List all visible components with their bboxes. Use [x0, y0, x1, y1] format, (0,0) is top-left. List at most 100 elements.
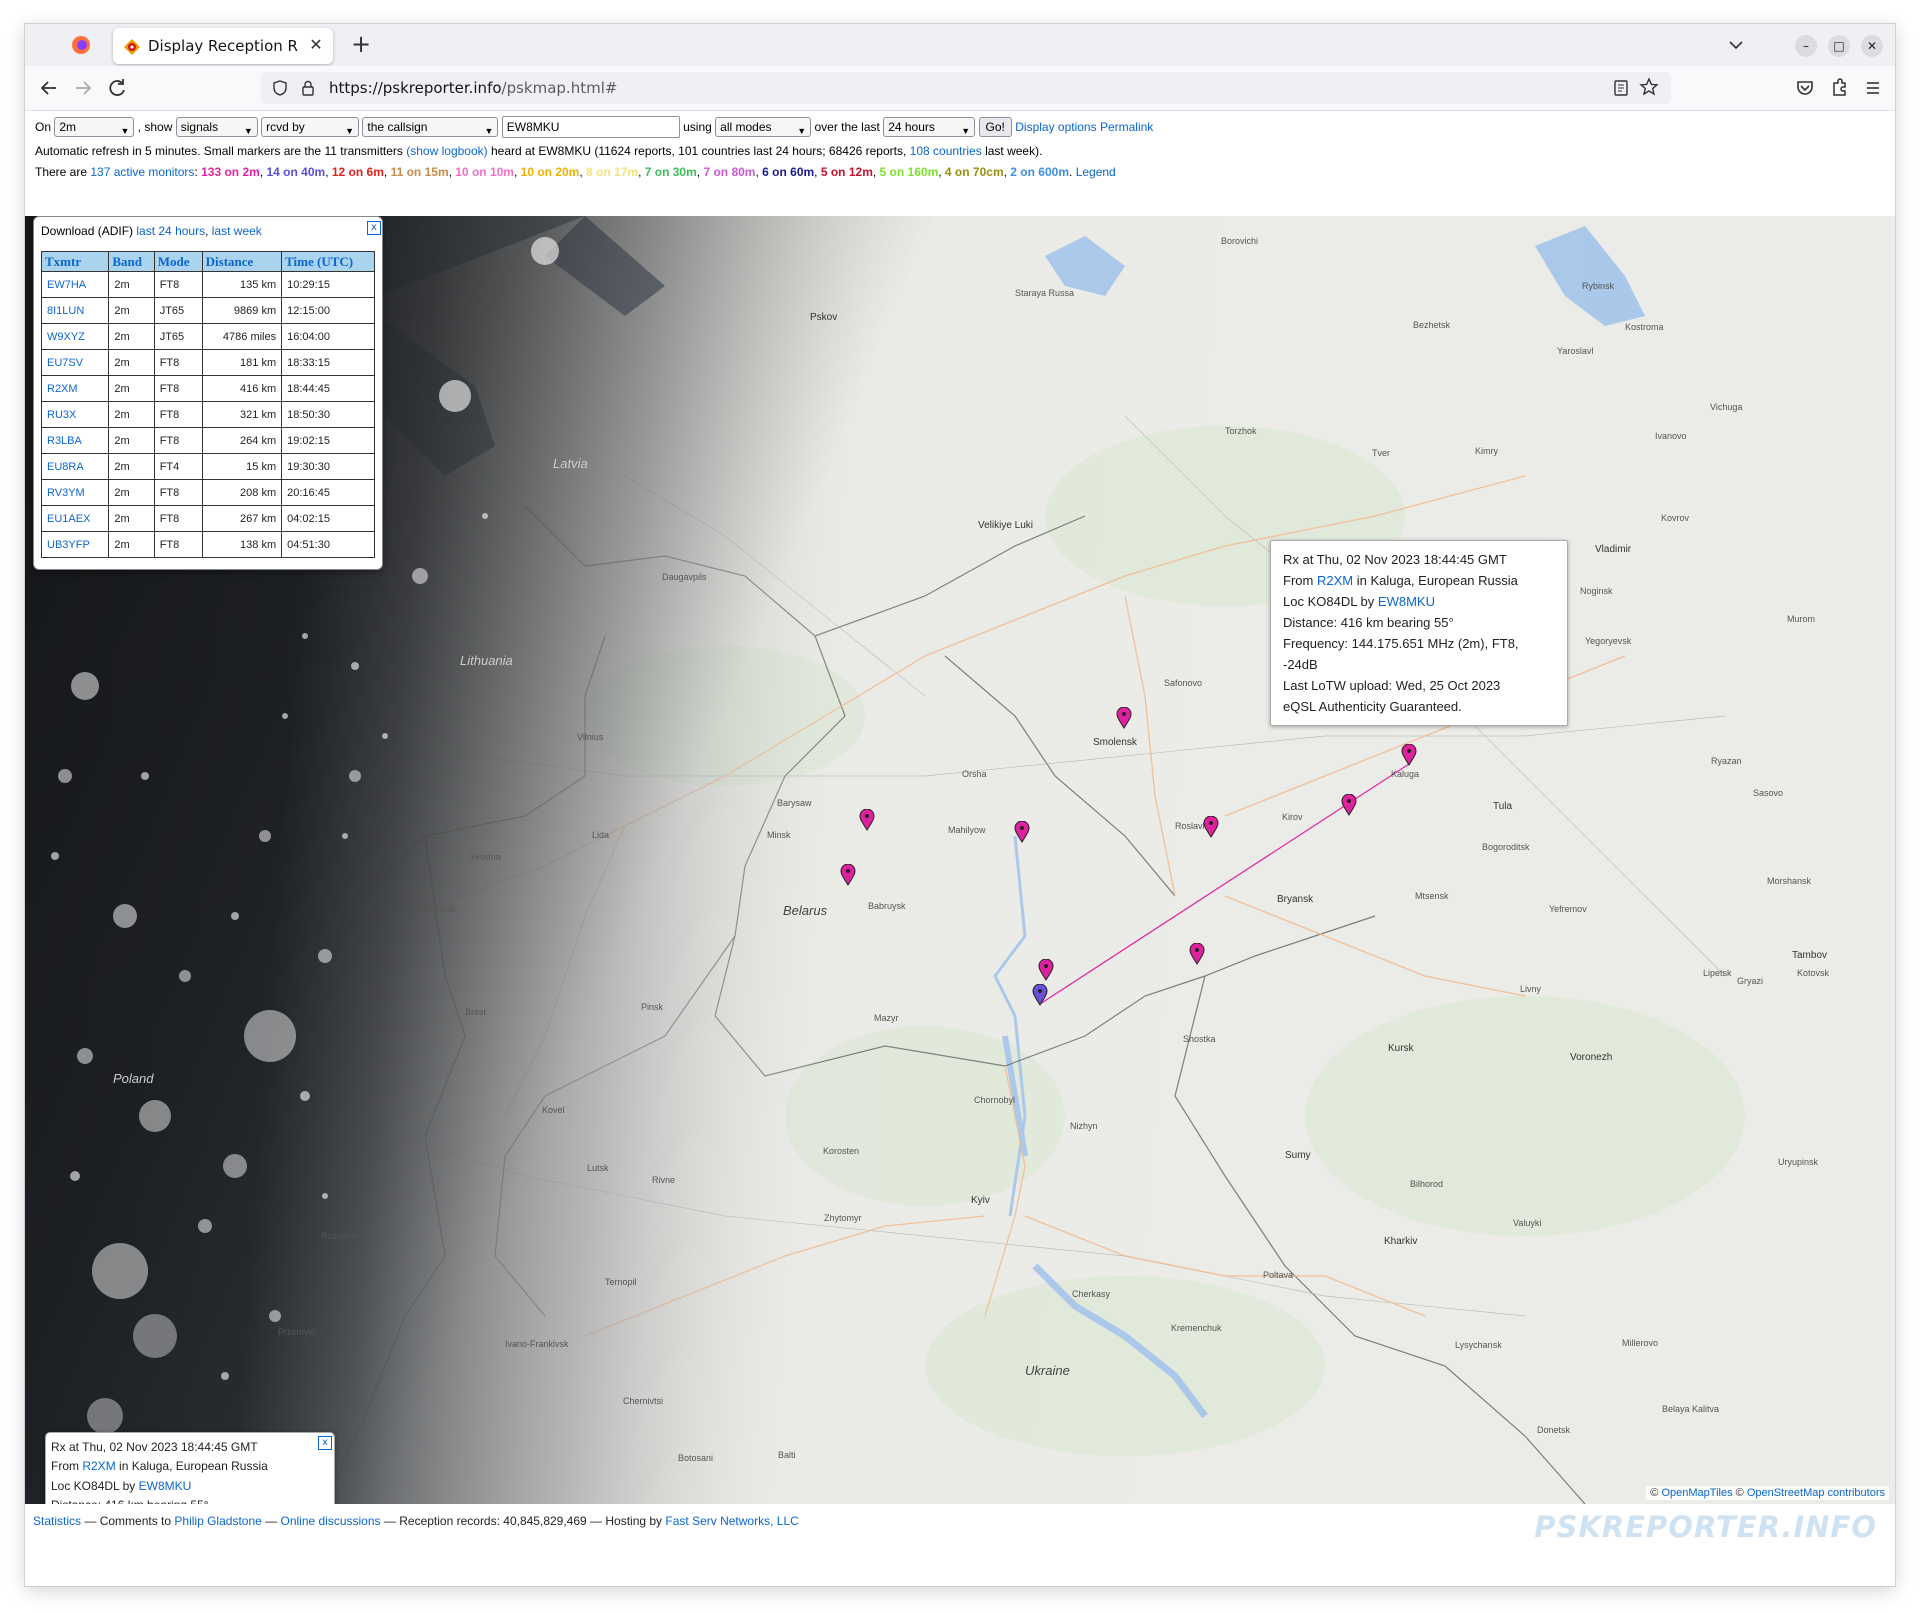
band-counts: 133 on 2m, 14 on 40m, 12 on 6m, 11 on 15… [201, 165, 1073, 179]
show-select[interactable]: signals ▼ [175, 117, 258, 137]
bookmark-star-icon[interactable] [1639, 77, 1659, 97]
locator-label: Loc KO84DL by [51, 1478, 136, 1493]
direction-select[interactable]: rcvd by ▼ [261, 117, 360, 137]
display-options-link[interactable]: Display options [1015, 120, 1096, 134]
openmaptiles-link[interactable]: OpenMapTiles [1661, 1487, 1732, 1499]
band-select[interactable]: 2m ▼ [54, 117, 135, 137]
column-header[interactable]: Distance [201, 251, 283, 272]
transmitter-marker[interactable] [1401, 744, 1417, 766]
lock-icon[interactable] [299, 79, 317, 97]
reload-icon[interactable] [103, 74, 131, 102]
app-menu-icon[interactable] [1859, 74, 1887, 102]
callsign-link[interactable]: 8I1LUN [47, 305, 84, 317]
pskreporter-favicon-icon [124, 39, 140, 55]
new-tab-button[interactable]: + [347, 31, 375, 59]
city-label: Kremenchuk [1171, 1323, 1222, 1333]
table-row: UB3YFP 2m FT8 138 km 04:51:30 [40, 531, 375, 558]
column-header[interactable]: Mode [153, 251, 203, 272]
transmitter-marker[interactable] [1189, 943, 1205, 965]
transmitter-marker[interactable] [859, 809, 875, 831]
reader-view-icon[interactable] [1611, 78, 1631, 98]
callsign-link[interactable]: W9XYZ [47, 331, 85, 343]
author-link[interactable]: Philip Gladstone [174, 1514, 261, 1528]
city-label: Zhytomyr [824, 1213, 862, 1223]
url-text[interactable]: https://pskreporter.info/pskmap.html# [329, 79, 617, 97]
statistics-link[interactable]: Statistics [33, 1514, 81, 1528]
download-24h-link[interactable]: last 24 hours [136, 224, 205, 238]
receiver-marker[interactable] [1032, 984, 1048, 1006]
rx-callsign-link[interactable]: EW8MKU [139, 1479, 192, 1493]
tab-list-chevron-icon[interactable] [1725, 34, 1747, 56]
tx-callsign-link[interactable]: R2XM [82, 1459, 115, 1473]
callsign-link[interactable]: EW7HA [47, 279, 86, 291]
table-row: 8I1LUN 2m JT65 9869 km 12:15:00 [40, 297, 375, 324]
window-close-button[interactable]: ✕ [1861, 35, 1883, 57]
locator-label: Loc KO84DL by [1283, 594, 1375, 609]
table-cell: FT4 [153, 453, 203, 480]
transmitter-marker[interactable] [1014, 821, 1030, 843]
transmitter-marker[interactable] [1038, 959, 1054, 981]
countries-link[interactable]: 108 countries [910, 144, 982, 158]
pocket-icon[interactable] [1791, 74, 1819, 102]
city-label: Shostka [1183, 1034, 1216, 1044]
column-header[interactable]: Txmtr [40, 251, 110, 272]
tx-callsign-link[interactable]: R2XM [1317, 573, 1353, 588]
openstreetmap-link[interactable]: OpenStreetMap contributors [1747, 1487, 1885, 1499]
country-label-belarus: Belarus [783, 903, 828, 918]
window-maximize-button[interactable]: □ [1828, 35, 1850, 57]
url-bar[interactable]: https://pskreporter.info/pskmap.html# [261, 72, 1671, 104]
permalink-link[interactable]: Permalink [1100, 120, 1153, 134]
who-select[interactable]: the callsign ▼ [362, 117, 499, 137]
table-cell: 2m [108, 427, 155, 454]
column-header[interactable]: Band [108, 251, 155, 272]
active-monitors-link[interactable]: 137 active monitors [90, 165, 194, 179]
chevron-down-icon: ▼ [961, 126, 971, 136]
callsign-link[interactable]: EU7SV [47, 357, 83, 369]
column-header[interactable]: Time (UTC) [281, 251, 375, 272]
mode-select[interactable]: all modes ▼ [715, 117, 812, 137]
table-cell: 04:02:15 [281, 505, 375, 532]
city-label: Poltava [1263, 1270, 1294, 1280]
firefox-view-icon[interactable] [69, 33, 93, 57]
city-label: Daugavpils [662, 572, 707, 582]
logbook-header-row: Txmtr Band Mode Distance Time (UTC) [40, 251, 375, 272]
on-label: On [35, 120, 52, 134]
forward-arrow-icon[interactable] [69, 74, 97, 102]
mode-select-value: all modes [720, 120, 772, 134]
callsign-input[interactable]: EW8MKU [501, 116, 680, 138]
tracking-shield-icon[interactable] [271, 79, 289, 97]
callsign-link[interactable]: R2XM [47, 383, 78, 395]
period-select[interactable]: 24 hours ▼ [883, 117, 976, 137]
download-week-link[interactable]: last week [212, 224, 262, 238]
back-arrow-icon[interactable] [35, 74, 63, 102]
city-label: Rybinsk [1582, 281, 1615, 291]
transmitter-marker[interactable] [1203, 816, 1219, 838]
transmitter-marker[interactable] [840, 864, 856, 886]
callsign-link[interactable]: R3LBA [47, 435, 82, 447]
callsign-link[interactable]: RV3YM [47, 487, 85, 499]
copyright-symbol: © [1735, 1487, 1744, 1499]
tab-close-icon[interactable]: ✕ [305, 34, 327, 56]
over-the-last-label: over the last [814, 120, 880, 134]
transmitter-marker[interactable] [1116, 707, 1132, 729]
logbook-close-icon[interactable]: x [367, 221, 381, 235]
extensions-icon[interactable] [1825, 74, 1853, 102]
go-button[interactable]: Go! [978, 117, 1012, 137]
tab-display-reception-reports[interactable]: Display Reception Repor ✕ [113, 28, 333, 64]
table-cell: 18:44:45 [281, 375, 375, 402]
url-path: /pskmap.html# [501, 79, 618, 97]
callsign-link[interactable]: UB3YFP [47, 539, 90, 551]
hosting-link[interactable]: Fast Serv Networks, LLC [665, 1514, 798, 1528]
info-panel-close-icon[interactable]: x [318, 1436, 332, 1450]
callsign-link[interactable]: RU3X [47, 409, 76, 421]
chevron-down-icon: ▼ [797, 126, 807, 136]
show-logbook-link[interactable]: (show logbook) [406, 144, 487, 158]
rx-callsign-link[interactable]: EW8MKU [1378, 594, 1435, 609]
callsign-link[interactable]: EU1AEX [47, 513, 90, 525]
map-canvas[interactable]: Belarus Ukraine Lithuania Latvia Poland … [25, 216, 1895, 1504]
legend-link[interactable]: Legend [1076, 165, 1116, 179]
online-discussions-link[interactable]: Online discussions [280, 1514, 380, 1528]
callsign-link[interactable]: EU8RA [47, 461, 84, 473]
window-minimize-button[interactable]: – [1795, 35, 1817, 57]
transmitter-marker[interactable] [1341, 794, 1357, 816]
